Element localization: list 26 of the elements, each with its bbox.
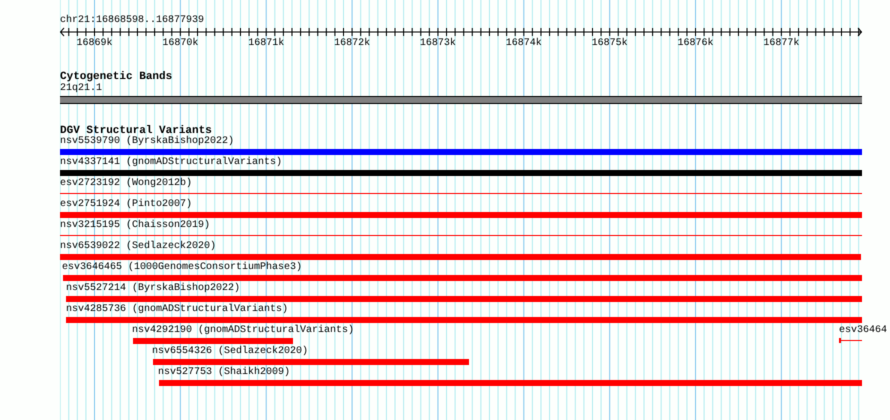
ruler-tick-label: 16873k [420, 38, 456, 50]
band-label: 21q21.1 [60, 83, 104, 95]
variant-label: nsv527753 (Shaikh2009) [158, 367, 290, 379]
variant-label: nsv5527214 (ByrskaBishop2022) [66, 283, 240, 295]
variant-label: nsv3215195 (Chaisson2019) [60, 220, 210, 232]
variant-label: esv36464 [839, 325, 888, 337]
ruler-tick-label: 16877k [763, 38, 800, 50]
variant-label: nsv5539790 (ByrskaBishop2022) [60, 136, 234, 148]
variant-label: nsv4337141 (gnomADStructuralVariants) [60, 157, 282, 169]
track-title: DGV Structural Variants [60, 125, 212, 137]
ruler-tick-label: 16870k [162, 38, 198, 50]
variant-label: esv2751924 (Pinto2007) [60, 199, 192, 211]
variant-label: nsv4285736 (gnomADStructuralVariants) [66, 304, 288, 316]
variant-label: nsv6539022 (Sedlazeck2020) [60, 241, 216, 253]
ruler-tick-label: 16871k [248, 38, 284, 50]
ruler-tick-label: 16872k [334, 38, 370, 50]
variant-label: esv2723192 (Wong2012b) [60, 178, 192, 190]
ruler-tick-label: 16874k [506, 38, 542, 50]
track-title: Cytogenetic Bands [60, 71, 174, 83]
variant-label: esv3646465 (1000GenomesConsortiumPhase3) [62, 262, 302, 274]
ruler-tick-label: 16876k [678, 38, 714, 50]
ruler-title: chr21:16868598..16877939 [60, 15, 206, 27]
variant-label: nsv6554326 (Sedlazeck2020) [152, 346, 308, 358]
ruler-tick-label: 16875k [592, 38, 628, 50]
ruler-tick-label: 16869k [76, 38, 112, 50]
variant-label: nsv4292190 (gnomADStructuralVariants) [132, 325, 354, 337]
